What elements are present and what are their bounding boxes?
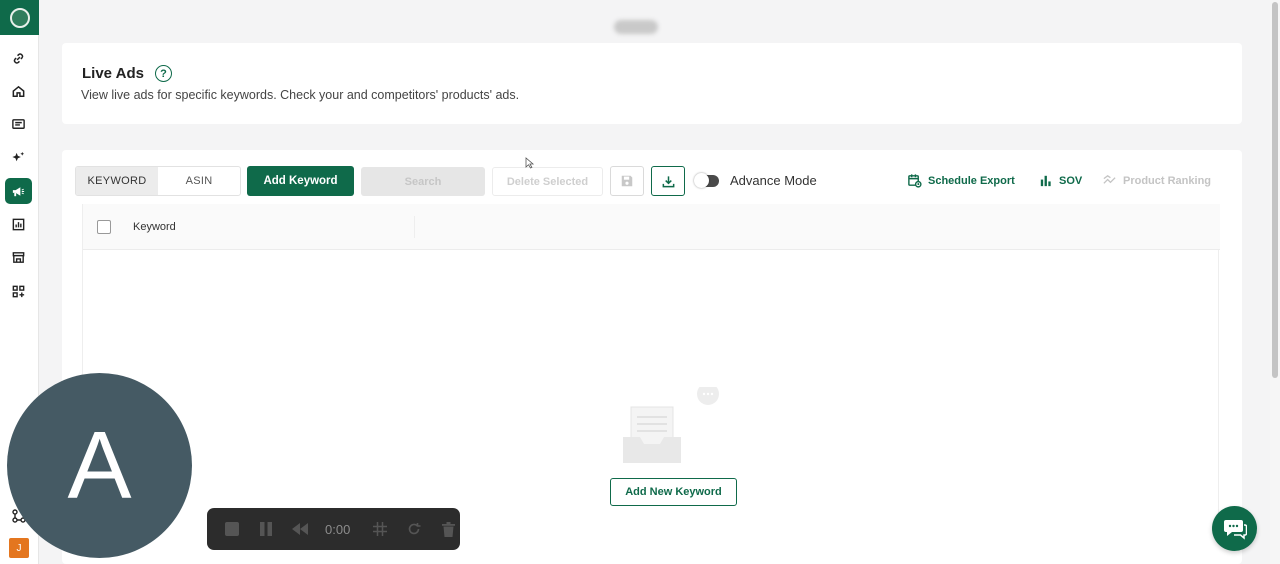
empty-inbox-icon [623,387,719,463]
header-card: Live Ads ? View live ads for specific ke… [62,43,1242,124]
chart-icon [12,218,25,230]
advance-mode-toggle[interactable] [694,173,719,188]
tab-keyword[interactable]: KEYWORD [76,167,158,195]
keywords-table: Keyword Add New Keyword [82,204,1220,544]
sidebar-item-home[interactable] [5,78,32,104]
save-button[interactable] [610,166,644,196]
store-icon [12,251,25,263]
rewind-button[interactable] [291,520,309,538]
restart-button[interactable] [405,520,423,538]
delete-recording-button[interactable] [439,520,457,538]
grid-button[interactable] [371,520,389,538]
recording-timer: 0:00 [325,521,351,537]
ranking-trend-icon [1103,175,1116,184]
table-header: Keyword [83,204,1220,250]
grid-icon [373,522,387,536]
add-keyword-button[interactable]: Add Keyword [247,166,354,196]
grid-plus-icon [12,285,25,297]
save-icon [621,175,633,187]
product-ranking-label: Product Ranking [1123,174,1212,187]
calendar-clock-icon [908,174,922,188]
download-button[interactable] [651,166,685,196]
mode-tabs: KEYWORD ASIN [75,166,241,196]
sidebar-item-ads[interactable] [5,178,32,204]
megaphone-icon [12,186,25,196]
tab-asin[interactable]: ASIN [158,167,240,195]
advance-mode-label: Advance Mode [730,173,817,188]
rewind-icon [292,523,308,535]
link-icon [13,52,24,64]
sidebar-item-store[interactable] [5,244,32,270]
sidebar-item-analytics[interactable] [5,211,32,237]
restart-icon [408,523,421,535]
account-selector-blurred[interactable] [614,20,658,34]
stop-icon [225,522,239,536]
column-header-keyword[interactable]: Keyword [133,221,176,233]
message-icon [12,118,25,129]
product-ranking-button[interactable]: Product Ranking [1102,173,1211,188]
chat-icon [1223,519,1247,540]
webcam-avatar: A [7,373,192,558]
pause-recording-button[interactable] [257,520,275,538]
search-button[interactable]: Search [361,167,485,196]
download-icon [662,175,674,187]
sidebar-item-apps[interactable] [5,278,32,304]
pause-icon [260,522,272,536]
page-title: Live Ads [82,65,144,82]
delete-selected-button[interactable]: Delete Selected [492,167,603,196]
schedule-export-button[interactable]: Schedule Export [907,173,1015,188]
help-icon[interactable]: ? [155,65,172,82]
add-new-keyword-button[interactable]: Add New Keyword [610,478,737,506]
chat-support-button[interactable] [1212,506,1257,551]
stop-recording-button[interactable] [223,520,241,538]
sov-button[interactable]: SOV [1038,173,1082,188]
mouse-cursor-icon [525,157,535,169]
bar-chart-icon [1040,175,1051,187]
user-avatar[interactable]: J [9,538,29,558]
app-logo[interactable] [0,0,39,35]
sov-label: SOV [1059,174,1083,187]
scrollbar-thumb[interactable] [1272,2,1278,378]
home-icon [12,85,25,97]
sidebar-item-messages[interactable] [5,111,32,137]
page-scrollbar[interactable] [1270,0,1280,564]
schedule-export-label: Schedule Export [928,174,1015,187]
screen-recorder-controls: 0:00 [207,508,460,550]
page-description: View live ads for specific keywords. Che… [81,88,520,102]
sidebar-item-link[interactable] [5,45,32,71]
select-all-checkbox[interactable] [97,220,111,234]
sparkle-icon [12,151,25,161]
live-ads-panel: KEYWORD ASIN Add Keyword Search Delete S… [62,150,1242,564]
trash-icon [441,521,455,537]
sidebar-item-ai[interactable] [5,144,32,170]
column-divider [414,216,415,238]
